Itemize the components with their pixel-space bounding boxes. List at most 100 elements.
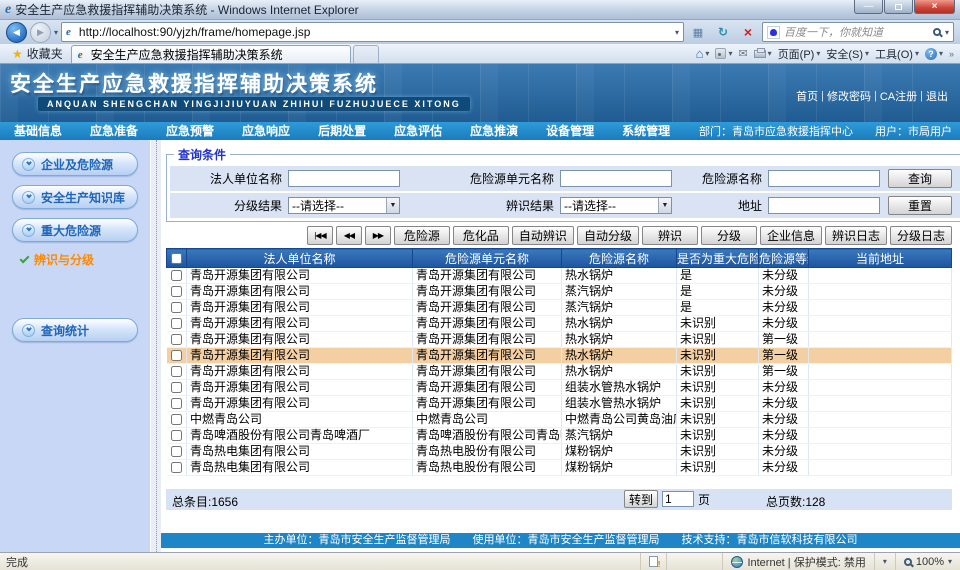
column-header-1[interactable]: 危险源单元名称 — [413, 249, 562, 268]
hazard-name-input[interactable] — [768, 170, 880, 187]
toolbar-button-4[interactable]: 辨识 — [642, 226, 698, 245]
row-checkbox[interactable] — [171, 414, 182, 425]
print-button[interactable]: ▾ — [754, 49, 772, 58]
toolbar-button-6[interactable]: 企业信息 — [760, 226, 822, 245]
row-checkbox[interactable] — [171, 318, 182, 329]
address-bar[interactable]: e http://localhost:90/yjzh/frame/homepag… — [61, 22, 684, 42]
page-number-input[interactable] — [662, 491, 694, 507]
row-checkbox[interactable] — [171, 270, 182, 281]
zoom-dropdown-icon[interactable]: ▾ — [948, 557, 952, 566]
row-checkbox[interactable] — [171, 286, 182, 297]
active-tab[interactable]: e 安全生产应急救援指挥辅助决策系统 — [71, 45, 351, 63]
table-row[interactable]: 青岛开源集团有限公司青岛开源集团有限公司热水锅炉未识别未分级 — [167, 316, 952, 332]
menu-item-0[interactable]: 基础信息 — [0, 122, 76, 140]
toolbar-button-2[interactable]: 自动辨识 — [512, 226, 574, 245]
feeds-button[interactable]: ▾ — [715, 48, 732, 59]
forward-button[interactable]: ▶ — [30, 22, 51, 43]
menu-item-2[interactable]: 应急预警 — [152, 122, 228, 140]
select-all-checkbox[interactable] — [171, 253, 182, 264]
table-row[interactable]: 青岛开源集团有限公司青岛开源集团有限公司热水锅炉未识别第一级 — [167, 364, 952, 380]
refresh-button[interactable]: ↻ — [712, 22, 734, 42]
toolbar-button-7[interactable]: 辨识日志 — [825, 226, 887, 245]
header-link-3[interactable]: 退出 — [924, 88, 950, 104]
table-row[interactable]: 青岛开源集团有限公司青岛开源集团有限公司组装水管热水锅炉未识别未分级 — [167, 380, 952, 396]
history-dropdown-icon[interactable]: ▾ — [54, 28, 58, 37]
row-checkbox[interactable] — [171, 366, 182, 377]
table-row[interactable]: 青岛啤酒股份有限公司青岛啤酒厂青岛啤酒股份有限公司青岛啤酒厂蒸汽锅炉未识别未分级 — [167, 428, 952, 444]
row-checkbox[interactable] — [171, 382, 182, 393]
compatibility-view-button[interactable]: ▦ — [687, 22, 709, 42]
reset-button[interactable]: 重置 — [888, 196, 952, 215]
help-button[interactable]: ?▾ — [925, 48, 943, 60]
header-link-0[interactable]: 首页 — [794, 88, 820, 104]
table-row[interactable]: 青岛开源集团有限公司青岛开源集团有限公司热水锅炉是未分级 — [167, 268, 952, 284]
menu-item-4[interactable]: 后期处置 — [304, 122, 380, 140]
menu-item-8[interactable]: 系统管理 — [608, 122, 684, 140]
search-button[interactable]: 查询 — [888, 169, 952, 188]
row-checkbox[interactable] — [171, 302, 182, 313]
tools-menu[interactable]: 工具(O)▾ — [875, 46, 919, 62]
row-checkbox[interactable] — [171, 334, 182, 345]
row-checkbox[interactable] — [171, 446, 182, 457]
sidebar-active-item[interactable]: 辨识与分级 — [20, 251, 150, 268]
grading-result-select[interactable]: --请选择--▼ — [288, 197, 400, 214]
row-checkbox[interactable] — [171, 398, 182, 409]
legal-unit-name-input[interactable] — [288, 170, 400, 187]
pager-button-2[interactable]: ▶▶ — [365, 226, 391, 245]
safety-menu[interactable]: 安全(S)▾ — [826, 46, 869, 62]
favorites-button[interactable]: ★ 收藏夹 — [4, 44, 71, 63]
toolbar-button-8[interactable]: 分级日志 — [890, 226, 952, 245]
minimize-button[interactable]: — — [854, 0, 883, 14]
menu-item-3[interactable]: 应急响应 — [228, 122, 304, 140]
search-icon[interactable] — [933, 28, 941, 36]
sidebar-item-5[interactable]: 查询统计 — [12, 318, 138, 342]
address-input[interactable] — [768, 197, 880, 214]
hazard-unit-name-input[interactable] — [560, 170, 672, 187]
header-link-2[interactable]: CA注册 — [878, 88, 919, 104]
table-row[interactable]: 青岛开源集团有限公司青岛开源集团有限公司热水锅炉未识别第一级 — [167, 332, 952, 348]
table-row[interactable]: 青岛开源集团有限公司青岛开源集团有限公司蒸汽锅炉是未分级 — [167, 284, 952, 300]
menu-item-5[interactable]: 应急评估 — [380, 122, 456, 140]
toolbar-button-0[interactable]: 危险源 — [394, 226, 450, 245]
page-menu[interactable]: 页面(P)▾ — [778, 46, 821, 62]
column-header-0[interactable]: 法人单位名称 — [187, 249, 413, 268]
maximize-button[interactable] — [884, 0, 913, 14]
column-header-5[interactable]: 当前地址 — [809, 249, 952, 268]
search-box[interactable]: 百度一下，你就知道 ▾ — [762, 22, 954, 42]
row-checkbox[interactable] — [171, 350, 182, 361]
table-row[interactable]: 青岛热电集团有限公司青岛热电股份有限公司煤粉锅炉未识别未分级 — [167, 444, 952, 460]
table-row[interactable]: 青岛开源集团有限公司青岛开源集团有限公司蒸汽锅炉是未分级 — [167, 300, 952, 316]
table-row[interactable]: 青岛开源集团有限公司青岛开源集团有限公司热水锅炉未识别第一级 — [167, 348, 952, 364]
menu-item-1[interactable]: 应急准备 — [76, 122, 152, 140]
table-row[interactable]: 青岛开源集团有限公司青岛开源集团有限公司组装水管热水锅炉未识别未分级 — [167, 396, 952, 412]
frame-splitter[interactable] — [150, 140, 161, 552]
home-button[interactable]: ⌂▾ — [696, 46, 710, 61]
table-row[interactable]: 青岛热电集团有限公司青岛热电股份有限公司煤粉锅炉未识别未分级 — [167, 460, 952, 476]
zoom-control[interactable]: 100% ▾ — [895, 553, 960, 570]
read-mail-button[interactable]: ✉ — [738, 47, 747, 60]
menu-item-7[interactable]: 设备管理 — [532, 122, 608, 140]
sidebar-item-0[interactable]: 企业及危险源 — [12, 152, 138, 176]
row-checkbox[interactable] — [171, 462, 182, 473]
overflow-chevron-icon[interactable]: » — [949, 49, 954, 59]
column-header-3[interactable]: 是否为重大危险源 — [677, 249, 759, 268]
column-header-2[interactable]: 危险源名称 — [562, 249, 677, 268]
goto-page-button[interactable]: 转到 — [624, 490, 658, 508]
close-button[interactable]: × — [914, 0, 955, 14]
stop-button[interactable]: × — [737, 22, 759, 42]
back-button[interactable]: ◀ — [6, 22, 27, 43]
row-checkbox[interactable] — [171, 430, 182, 441]
pager-button-1[interactable]: ◀◀ — [336, 226, 362, 245]
sidebar-item-1[interactable]: 安全生产知识库 — [12, 185, 138, 209]
toolbar-button-3[interactable]: 自动分级 — [577, 226, 639, 245]
table-row[interactable]: 中燃青岛公司中燃青岛公司中燃青岛公司黄岛油库锅炉未识别未分级 — [167, 412, 952, 428]
menu-item-6[interactable]: 应急推演 — [456, 122, 532, 140]
pager-button-0[interactable]: |◀◀ — [307, 226, 333, 245]
address-dropdown-icon[interactable]: ▾ — [675, 28, 679, 37]
header-link-1[interactable]: 修改密码 — [825, 88, 873, 104]
protected-mode-segment[interactable]: ▾ — [874, 553, 895, 570]
sidebar-item-2[interactable]: 重大危险源 — [12, 218, 138, 242]
search-dropdown-icon[interactable]: ▾ — [945, 28, 949, 37]
identify-result-select[interactable]: --请选择--▼ — [560, 197, 672, 214]
new-tab-button[interactable] — [353, 45, 379, 63]
